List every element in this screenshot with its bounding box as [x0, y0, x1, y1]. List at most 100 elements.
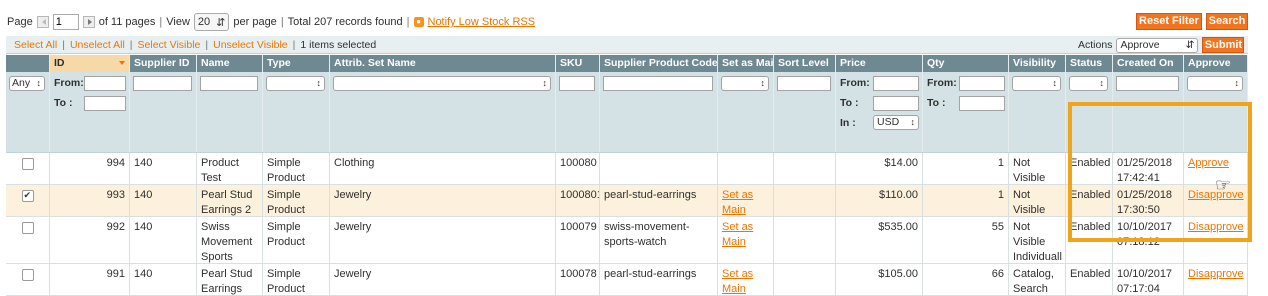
set-as-main-link[interactable]: Set as Main — [722, 268, 753, 295]
of-pages-text: of 11 pages — [98, 16, 156, 28]
cell-created: 10/10/2017 07:18:12 — [1113, 217, 1184, 263]
select-all-link[interactable]: Select All — [14, 39, 57, 51]
next-page-icon[interactable] — [82, 16, 95, 28]
approve-link[interactable]: Disapprove — [1188, 268, 1244, 280]
cell-visibility: Not Visible Individuall — [1009, 153, 1066, 184]
qty-from-label: From: — [927, 77, 957, 89]
cell-price: $110.00 — [836, 185, 923, 216]
actions-group: Actions Approve ⇵ Submit — [1078, 37, 1245, 53]
id-to-input[interactable] — [84, 96, 126, 111]
cell-code: swiss-movement-sports-watch — [600, 217, 718, 263]
visibility-filter[interactable] — [1012, 76, 1061, 91]
col-header-sku[interactable]: SKU — [556, 55, 600, 72]
rss-link[interactable]: Notify Low Stock RSS — [428, 16, 536, 28]
cell-id: 992 — [50, 217, 130, 263]
price-in-label: In : — [840, 117, 856, 129]
price-to-label: To : — [840, 97, 859, 109]
select-arrows-icon: ⇵ — [1185, 39, 1195, 51]
row-checkbox[interactable] — [21, 158, 34, 170]
table-row[interactable]: 992140Swiss Movement Sports WatchSimple … — [6, 217, 1248, 264]
cell-id: 993 — [50, 185, 130, 216]
currency-select[interactable]: USD — [873, 115, 919, 130]
col-header-sort-level[interactable]: Sort Level — [774, 55, 836, 72]
sku-filter[interactable] — [559, 76, 595, 91]
cell-attrib: Jewelry — [330, 185, 556, 216]
massaction-bar: Select All | Unselect All | Select Visible… — [6, 36, 1248, 54]
col-header-status[interactable]: Status — [1066, 55, 1113, 72]
price-from-label: From: — [840, 77, 870, 89]
cell-sku: 100080 — [556, 153, 600, 184]
actions-label: Actions — [1078, 39, 1113, 51]
row-checkbox[interactable] — [21, 188, 34, 203]
grid-body: 994 140 Product Test Simple Product Clothing… — [6, 153, 1248, 296]
cell-main — [718, 153, 774, 184]
checkbox-filter-select[interactable]: Any — [9, 76, 45, 91]
col-header-attrib-set[interactable]: Attrib. Set Name — [330, 55, 556, 72]
sort-desc-icon — [119, 61, 125, 68]
qty-from-input[interactable] — [959, 76, 1005, 91]
qty-to-label: To : — [927, 97, 946, 109]
table-row[interactable]: 994 140 Product Test Simple Product Clothing… — [6, 153, 1248, 185]
cell-checkbox — [6, 217, 50, 263]
supplier-id-filter[interactable] — [133, 76, 192, 91]
sort-level-filter[interactable] — [777, 76, 831, 91]
cell-qty: 1 — [923, 153, 1009, 184]
cell-price: $535.00 — [836, 217, 923, 263]
select-visible-link[interactable]: Select Visible — [138, 39, 201, 51]
attrib-set-filter[interactable] — [333, 76, 551, 91]
cell-supplier: 140 — [130, 217, 197, 263]
per-page-label: per page — [233, 16, 277, 28]
table-row[interactable]: 993140Pearl Stud Earrings 2Simple Produc… — [6, 185, 1248, 217]
cell-visibility: Not Visible Individuall — [1009, 185, 1066, 216]
approve-filter[interactable] — [1187, 76, 1243, 91]
col-header-approve[interactable]: Approve — [1184, 55, 1248, 72]
prev-page-icon[interactable] — [36, 16, 49, 28]
actions-select[interactable]: Approve ⇵ — [1116, 37, 1199, 53]
set-as-main-link[interactable]: Set as Main — [722, 221, 753, 248]
cell-created: 01/25/2018 17:42:41 — [1113, 153, 1184, 184]
cell-checkbox — [6, 153, 50, 184]
col-header-visibility[interactable]: Visibility — [1009, 55, 1066, 72]
submit-button[interactable]: Submit — [1202, 37, 1245, 53]
select-arrows-icon: ⇵ — [216, 16, 226, 29]
price-from-input[interactable] — [873, 76, 919, 91]
col-header-set-as-main[interactable]: Set as Main — [718, 55, 774, 72]
cell-code — [600, 153, 718, 184]
col-header-type[interactable]: Type — [263, 55, 330, 72]
supplier-code-filter[interactable] — [603, 76, 713, 91]
name-filter[interactable] — [200, 76, 258, 91]
type-filter[interactable] — [266, 76, 325, 91]
col-header-supplier-id[interactable]: Supplier ID — [130, 55, 197, 72]
search-button[interactable]: Search — [1206, 13, 1248, 30]
approve-link[interactable]: Disapprove — [1188, 221, 1244, 233]
cell-supplier: 140 — [130, 185, 197, 216]
table-row[interactable]: 991 140 Pearl Stud Earrings Simple Product J… — [6, 264, 1248, 296]
col-header-id[interactable]: ID — [50, 55, 130, 72]
cell-code: pearl-stud-earrings — [600, 185, 718, 216]
unselect-all-link[interactable]: Unselect All — [70, 39, 125, 51]
set-as-main-filter[interactable] — [721, 76, 769, 91]
price-to-input[interactable] — [873, 96, 919, 111]
cell-main: Set as Main — [718, 185, 774, 216]
cell-status: Enabled — [1066, 185, 1113, 216]
col-header-price[interactable]: Price — [836, 55, 923, 72]
approve-link[interactable]: Approve — [1188, 157, 1229, 169]
cell-sortlevel — [774, 217, 836, 263]
row-checkbox[interactable] — [21, 269, 34, 281]
page-input[interactable] — [52, 14, 79, 30]
per-page-select[interactable]: 20 ⇵ — [193, 13, 230, 31]
row-checkbox[interactable] — [21, 222, 34, 234]
reset-filter-button[interactable]: Reset Filter — [1136, 13, 1202, 30]
qty-to-input[interactable] — [959, 96, 1005, 111]
unselect-visible-link[interactable]: Unselect Visible — [213, 39, 288, 51]
status-filter[interactable] — [1069, 76, 1108, 91]
col-header-qty[interactable]: Qty — [923, 55, 1009, 72]
created-on-filter[interactable] — [1116, 76, 1179, 91]
col-header-created-on[interactable]: Created On — [1113, 55, 1184, 72]
set-as-main-link[interactable]: Set as Main — [722, 189, 753, 216]
cell-name: Pearl Stud Earrings 2 — [197, 185, 263, 216]
products-grid: ID Supplier ID Name Type Attrib. Set Nam… — [6, 55, 1248, 296]
id-from-input[interactable] — [84, 76, 126, 91]
col-header-name[interactable]: Name — [197, 55, 263, 72]
col-header-supplier-code[interactable]: Supplier Product Code — [600, 55, 718, 72]
